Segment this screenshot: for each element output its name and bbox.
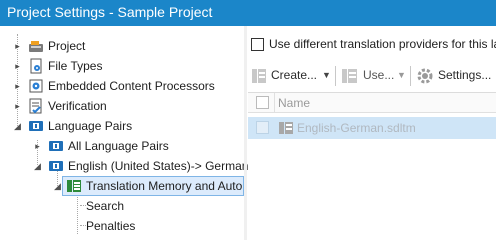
verification-icon	[29, 98, 42, 114]
tm-file-icon	[279, 122, 293, 134]
translation-memory-icon	[67, 180, 81, 192]
select-all-checkbox[interactable]	[256, 96, 269, 109]
gear-icon	[417, 68, 433, 84]
create-tm-icon	[252, 69, 266, 83]
tree-item-penalties[interactable]: Penalties	[0, 216, 244, 236]
row-checkbox[interactable]	[256, 121, 269, 134]
table-row[interactable]: English-German.sdltm	[248, 117, 496, 139]
tree-item-all-language-pairs[interactable]: ▸ All Language Pairs	[0, 136, 244, 156]
expand-arrow-icon[interactable]: ▸	[13, 41, 22, 51]
toolbar-separator	[410, 66, 411, 86]
file-types-icon	[30, 58, 42, 74]
collapse-arrow-icon[interactable]: ◢	[33, 161, 42, 171]
tm-grid[interactable]: Name English-German.sdltm	[248, 92, 496, 240]
create-button[interactable]: Create...	[271, 66, 317, 86]
tree-item-english-german[interactable]: ◢ English (United States)-> German (	[0, 156, 256, 176]
tree-item-project[interactable]: ▸ Project	[0, 36, 244, 56]
pane-splitter[interactable]	[244, 26, 247, 240]
expand-arrow-icon[interactable]: ▸	[33, 141, 42, 151]
use-different-providers-checkbox[interactable]	[251, 38, 264, 51]
use-dropdown-arrow-icon[interactable]: ▼	[397, 66, 406, 86]
language-pairs-icon	[49, 141, 63, 151]
create-dropdown-arrow-icon[interactable]: ▼	[322, 66, 331, 86]
tree-item-search[interactable]: Search	[0, 196, 244, 216]
language-pairs-icon	[29, 121, 43, 131]
grid-header: Name	[248, 93, 496, 113]
expand-arrow-icon[interactable]: ▸	[13, 61, 22, 71]
expand-arrow-icon[interactable]: ▸	[13, 81, 22, 91]
expand-arrow-icon[interactable]: ▸	[13, 101, 22, 111]
use-button[interactable]: Use...	[363, 66, 394, 86]
window-title: Project Settings - Sample Project	[0, 0, 496, 26]
tree-item-verification[interactable]: ▸ Verification	[0, 96, 244, 116]
name-column-header[interactable]: Name	[278, 96, 310, 110]
project-icon	[29, 41, 43, 52]
collapse-arrow-icon[interactable]: ◢	[53, 181, 62, 191]
use-tm-icon	[342, 69, 357, 83]
tree-item-language-pairs[interactable]: ◢ Language Pairs	[0, 116, 244, 136]
language-pairs-icon	[49, 161, 63, 171]
tm-file-name: English-German.sdltm	[297, 121, 416, 135]
use-different-providers-label: Use different translation providers for …	[269, 37, 496, 51]
tree-item-file-types[interactable]: ▸ File Types	[0, 56, 244, 76]
tree-item-translation-memory[interactable]: ◢ Translation Memory and Auto	[0, 176, 244, 196]
collapse-arrow-icon[interactable]: ◢	[13, 121, 22, 131]
tree-item-embedded-content-processors[interactable]: ▸ Embedded Content Processors	[0, 76, 244, 96]
settings-button[interactable]: Settings...	[438, 66, 491, 86]
embedded-content-icon	[29, 79, 43, 93]
toolbar-separator	[335, 66, 336, 86]
